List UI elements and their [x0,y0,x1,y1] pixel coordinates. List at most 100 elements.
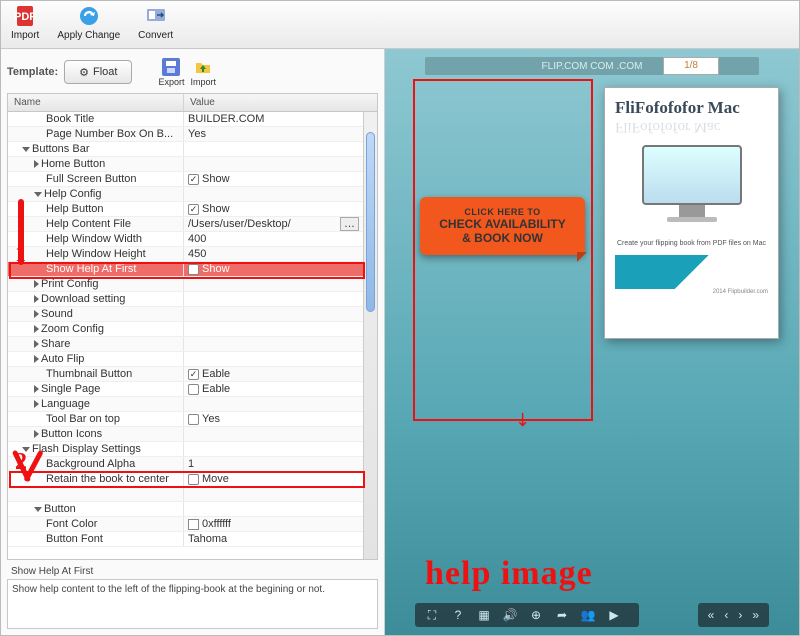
preview-panel: FLIP.COM COM .COM 1/8 CLICK HERE TO CHEC… [385,49,799,635]
annotation-marker-1: 1 [15,241,26,267]
property-name: Print Config [41,278,98,290]
convert-icon [144,4,168,28]
expand-down-icon[interactable] [22,147,30,152]
grid-row[interactable]: Font Color0xffffff [8,517,377,532]
grid-row[interactable]: Sound [8,307,377,322]
grid-row[interactable]: Book TitleBUILDER.COM [8,112,377,127]
grid-row[interactable]: Show Help At First✓Show [8,262,377,277]
property-name: Language [41,398,90,410]
grid-row[interactable]: Download setting [8,292,377,307]
import-button[interactable]: PDF Import [11,4,39,45]
grid-row[interactable]: Tool Bar on topYes [8,412,377,427]
property-name: Sound [41,308,73,320]
grid-row[interactable]: Thumbnail Button✓Eable [8,367,377,382]
settings-panel: Template: ⚙ Float Export Import Name [1,49,385,635]
convert-label: Convert [138,30,173,41]
help-icon[interactable]: ? [451,608,465,622]
autoplay-icon[interactable]: ▶ [607,608,621,622]
grid-row[interactable] [8,487,377,502]
expand-right-icon[interactable] [34,430,39,438]
grid-row[interactable]: Flash Display Settings [8,442,377,457]
grid-row[interactable]: Button Icons [8,427,377,442]
share-icon[interactable]: ➦ [555,608,569,622]
property-value: /Users/user/Desktop/ [188,218,291,230]
expand-right-icon[interactable] [34,385,39,393]
apply-change-label: Apply Change [57,30,120,41]
grid-row[interactable]: Help Content File/Users/user/Desktop/… [8,217,377,232]
property-value: Show [202,263,230,275]
last-page-icon[interactable]: » [752,608,759,622]
template-select-button[interactable]: ⚙ Float [64,60,132,84]
import-template-button[interactable]: Import [191,58,217,87]
expand-right-icon[interactable] [34,340,39,348]
grid-row[interactable]: Share [8,337,377,352]
grid-row[interactable]: Full Screen Button✓Show [8,172,377,187]
pdf-icon: PDF [13,4,37,28]
grid-row[interactable]: Page Number Box On B...Yes [8,127,377,142]
book-page[interactable]: FliFofofofor Mac FliFofofofor Mac Create… [604,87,779,339]
scrollbar-thumb[interactable] [366,132,375,312]
property-name: Zoom Config [41,323,104,335]
property-value: 0xffffff [202,518,231,530]
checkbox[interactable] [188,474,199,485]
grid-row[interactable]: Help Button✓Show [8,202,377,217]
cta-banner[interactable]: CLICK HERE TO CHECK AVAILABILITY & BOOK … [420,197,585,255]
expand-down-icon[interactable] [34,192,42,197]
grid-row[interactable]: Background Alpha1 [8,457,377,472]
first-page-icon[interactable]: « [708,608,715,622]
browse-button[interactable]: … [340,217,359,231]
thumbnails-icon[interactable]: ▦ [477,608,491,622]
grid-row[interactable]: Single PageEable [8,382,377,397]
property-name: Buttons Bar [32,143,89,155]
property-name: Help Window Width [46,233,142,245]
expand-down-icon[interactable] [34,507,42,512]
expand-right-icon[interactable] [34,280,39,288]
property-name: Single Page [41,383,100,395]
checkbox[interactable] [188,384,199,395]
grid-row[interactable]: Help Window Height450 [8,247,377,262]
property-name: Button Font [46,533,103,545]
fullscreen-icon[interactable]: ⛶ [425,608,439,622]
grid-row[interactable]: Print Config [8,277,377,292]
checkbox[interactable] [188,414,199,425]
checkbox[interactable]: ✓ [188,204,199,215]
expand-right-icon[interactable] [34,355,39,363]
grid-row[interactable]: Language [8,397,377,412]
property-name: Background Alpha [46,458,135,470]
expand-right-icon[interactable] [34,160,39,168]
checkbox[interactable]: ✓ [188,369,199,380]
grid-row[interactable]: Retain the book to centerMove [8,472,377,487]
scrollbar[interactable] [363,112,377,559]
checkbox[interactable]: ✓ [188,174,199,185]
property-name: Button Icons [41,428,102,440]
grid-row[interactable]: Button [8,502,377,517]
expand-right-icon[interactable] [34,310,39,318]
prev-page-icon[interactable]: ‹ [724,608,728,622]
expand-right-icon[interactable] [34,400,39,408]
grid-row[interactable]: Auto Flip [8,352,377,367]
page-number-box[interactable]: 1/8 [663,57,719,75]
template-name: Float [93,66,117,78]
sound-icon[interactable]: 🔊 [503,608,517,622]
template-label: Template: [7,66,58,78]
convert-button[interactable]: Convert [138,4,173,45]
color-swatch[interactable] [188,519,199,530]
checkbox[interactable]: ✓ [188,264,199,275]
status-property-name: Show Help At First [7,560,378,579]
grid-body[interactable]: Book TitleBUILDER.COMPage Number Box On … [8,112,377,559]
apply-change-button[interactable]: Apply Change [57,4,120,45]
grid-row[interactable]: Zoom Config [8,322,377,337]
property-value: Show [202,173,230,185]
zoom-in-icon[interactable]: ⊕ [529,608,543,622]
grid-row[interactable]: Button FontTahoma [8,532,377,547]
grid-row[interactable]: Buttons Bar [8,142,377,157]
grid-row[interactable]: Help Window Width400 [8,232,377,247]
export-button[interactable]: Export [158,58,184,87]
property-name: Book Title [46,113,94,125]
expand-right-icon[interactable] [34,325,39,333]
expand-right-icon[interactable] [34,295,39,303]
grid-row[interactable]: Home Button [8,157,377,172]
social-icon[interactable]: 👥 [581,608,595,622]
grid-row[interactable]: Help Config [8,187,377,202]
next-page-icon[interactable]: › [738,608,742,622]
